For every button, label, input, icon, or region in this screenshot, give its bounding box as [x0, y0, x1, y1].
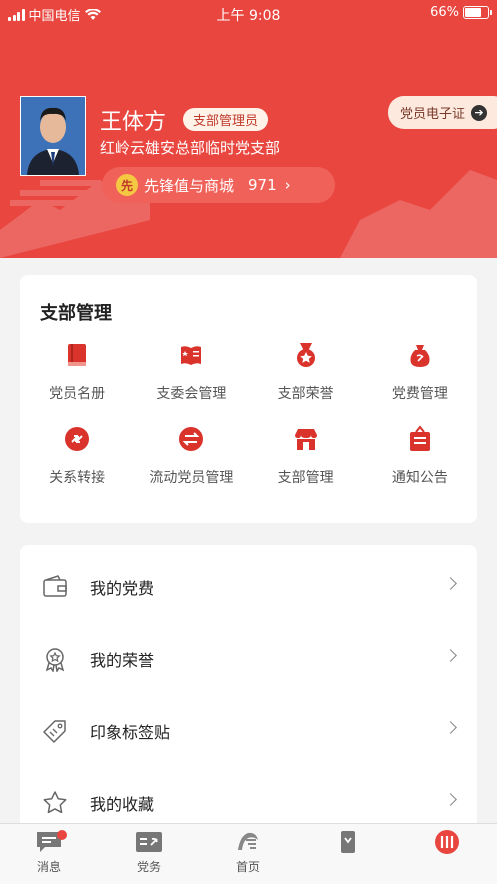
unread-dot — [57, 830, 67, 840]
star-icon — [43, 791, 67, 814]
menu-item-impression-tags[interactable]: 印象标签贴 — [20, 695, 477, 767]
branch-name: 红岭云雄安总部临时党支部 — [100, 139, 281, 157]
home-logo-icon — [238, 832, 258, 850]
grid-item-member-roster[interactable]: 党员名册 — [20, 341, 134, 403]
notice-board-icon — [409, 425, 430, 451]
role-badge: 支部管理员 — [183, 108, 269, 131]
menu-item-my-honors[interactable]: 我的荣誉 — [20, 623, 477, 695]
tab-home[interactable]: 首页 — [218, 830, 278, 875]
chevron-right-icon — [444, 793, 457, 806]
tag-icon — [43, 720, 66, 743]
transfer-icon — [65, 427, 90, 451]
flag-book-icon — [181, 346, 202, 365]
swap-icon — [179, 427, 204, 451]
battery-icon — [463, 6, 492, 19]
wallet-icon — [43, 575, 67, 597]
battery-level: 66% — [430, 5, 459, 20]
points-mall-button[interactable]: 先 先锋值与商城 971 › — [102, 167, 335, 203]
chevron-right-icon: › — [284, 176, 291, 194]
grid-item-notices[interactable]: 通知公告 — [363, 425, 477, 487]
grid-item-dues-management[interactable]: 党费管理 — [363, 341, 477, 403]
party-member-card-button[interactable]: 党员电子证 ➔ — [387, 96, 497, 129]
branch-management-card: 支部管理 党员名册 支委会管理 支部荣誉 党费管理 关系转接 流动党员管理 支部… — [20, 275, 477, 523]
storefront-icon — [294, 429, 317, 450]
grid-item-committee[interactable]: 支委会管理 — [134, 341, 248, 403]
user-name: 王体方 — [100, 110, 167, 135]
grid-item-mobile-members[interactable]: 流动党员管理 — [134, 425, 248, 487]
grid-item-branch-admin[interactable]: 支部管理 — [249, 425, 363, 487]
pioneer-badge-icon: 先 — [116, 174, 138, 196]
party-affairs-icon — [136, 832, 162, 852]
money-bag-icon — [410, 345, 430, 367]
tab-party-affairs[interactable]: 党务 — [119, 830, 179, 875]
arrow-right-icon: ➔ — [471, 104, 487, 121]
card-button-label: 党员电子证 — [399, 107, 465, 122]
tab-learning[interactable] — [318, 830, 378, 858]
points-value: 971 — [248, 176, 277, 194]
points-label: 先锋值与商城 — [144, 176, 235, 195]
menu-item-my-dues[interactable]: 我的党费 — [20, 551, 477, 623]
medal-icon — [296, 343, 315, 367]
scroll-icon — [341, 831, 355, 853]
chevron-right-icon — [444, 721, 457, 734]
award-icon — [45, 648, 65, 672]
grid-item-branch-honors[interactable]: 支部荣誉 — [249, 341, 363, 403]
chevron-right-icon — [444, 649, 457, 662]
book-icon — [68, 344, 87, 366]
profile-header: 中国电信 上午 9:08 66% 王体方 支部管理员 红岭云雄安总部临时党支部 … — [0, 0, 497, 258]
grid-item-relation-transfer[interactable]: 关系转接 — [20, 425, 134, 487]
section-title: 支部管理 — [40, 303, 112, 324]
status-bar: 中国电信 上午 9:08 66% — [0, 0, 497, 26]
avatar[interactable] — [20, 96, 86, 176]
profile-icon — [435, 830, 459, 854]
clock: 上午 9:08 — [216, 8, 281, 24]
personal-menu-card: 我的党费 我的荣誉 印象标签贴 我的收藏 — [20, 545, 477, 835]
chevron-right-icon — [444, 577, 457, 590]
tab-profile[interactable] — [417, 830, 477, 858]
tab-bar: 消息 党务 首页 — [0, 823, 497, 884]
tab-messages[interactable]: 消息 — [19, 830, 79, 875]
